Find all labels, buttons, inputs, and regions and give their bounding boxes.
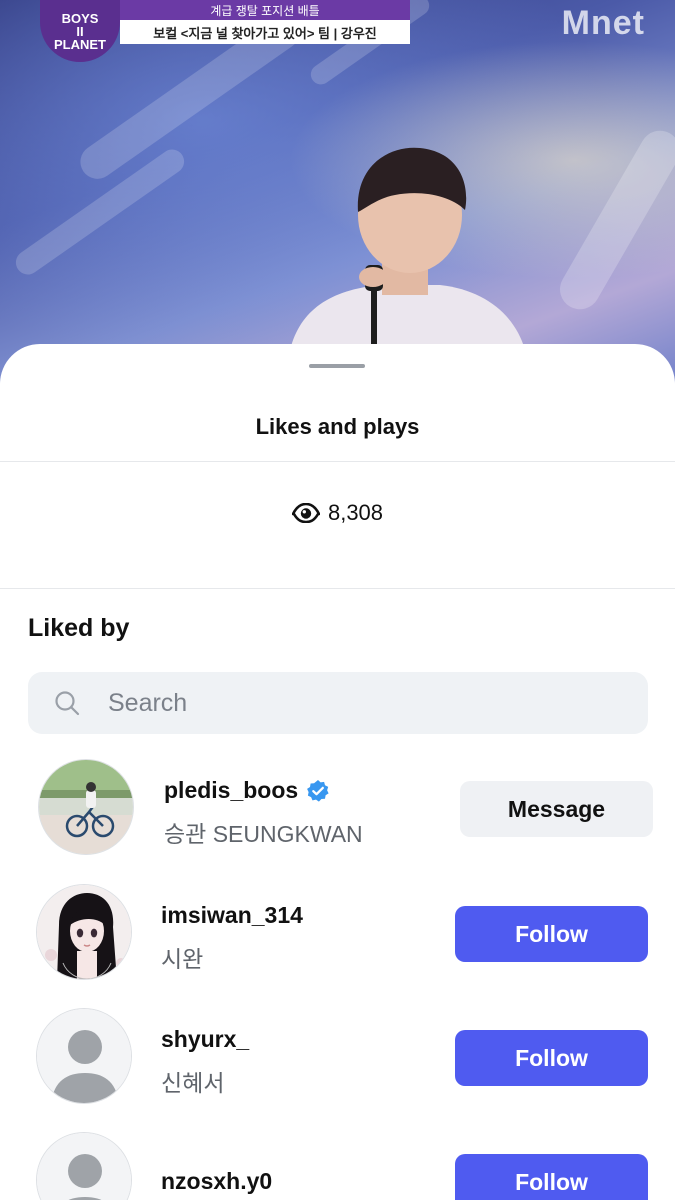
username-text[interactable]: imsiwan_314 (161, 902, 303, 929)
display-name: 승관 SEUNGKWAN (164, 821, 363, 847)
likes-bottom-sheet: Likes and plays 8,308 Liked by Search pl… (0, 344, 675, 1200)
avatar[interactable] (36, 1008, 132, 1104)
avatar-photo (39, 760, 133, 854)
channel-logo: Mnet (561, 4, 645, 42)
divider (0, 461, 675, 462)
display-name: 시완 (161, 946, 204, 972)
display-name: 신혜서 (161, 1070, 225, 1096)
username-text[interactable]: shyurx_ (161, 1026, 249, 1053)
default-avatar-icon (37, 1133, 131, 1200)
username[interactable]: imsiwan_314 (161, 902, 303, 929)
liked-by-heading: Liked by (28, 614, 130, 642)
show-logo: BOYS II PLANET (40, 0, 120, 62)
caption-top: 계급 쟁탈 포지션 배틀 (120, 0, 410, 20)
plays-count-value: 8,308 (327, 500, 384, 525)
show-logo-line: PLANET (54, 36, 106, 52)
eye-icon (291, 503, 320, 523)
singer-figure (290, 147, 525, 350)
avatar[interactable] (38, 759, 134, 855)
liker-row[interactable]: pledis_boos 승관 SEUNGKWAN Message (0, 759, 675, 869)
plays-count: 8,308 (0, 500, 675, 526)
broadcast-caption: 계급 쟁탈 포지션 배틀 보컬 <지금 널 찾아가고 있어> 팀 | 강우진 (120, 0, 410, 46)
sheet-drag-handle[interactable] (309, 364, 365, 368)
default-avatar-icon (37, 1009, 131, 1103)
follow-button[interactable]: Follow (455, 1030, 648, 1086)
avatar[interactable] (36, 884, 132, 980)
sheet-title: Likes and plays (255, 414, 420, 439)
search-input[interactable] (108, 688, 588, 718)
follow-button[interactable]: Follow (455, 906, 648, 962)
show-logo-line: BOYS (61, 10, 99, 26)
username[interactable]: pledis_boos (164, 777, 330, 804)
message-button[interactable]: Message (460, 781, 653, 837)
caption-bottom: 보컬 <지금 널 찾아가고 있어> 팀 | 강우진 (120, 20, 410, 44)
username[interactable]: shyurx_ (161, 1026, 249, 1053)
video-background: BOYS II PLANET 계급 쟁탈 포지션 배틀 보컬 <지금 널 찾아가… (0, 0, 675, 400)
liker-row[interactable]: shyurx_ 신혜서 Follow (0, 1008, 675, 1118)
search-bar[interactable] (28, 672, 648, 734)
username[interactable]: nzosxh.y0 (161, 1168, 272, 1195)
liker-row[interactable]: nzosxh.y0 Follow (0, 1132, 675, 1200)
divider (0, 588, 675, 589)
verified-badge-icon (307, 779, 329, 802)
username-text[interactable]: pledis_boos (164, 777, 298, 804)
follow-button[interactable]: Follow (455, 1154, 648, 1200)
avatar[interactable] (36, 1132, 132, 1200)
liker-row[interactable]: imsiwan_314 시완 Follow (0, 884, 675, 994)
avatar-illustration (37, 885, 131, 979)
show-logo-line: II (76, 23, 84, 39)
username-text[interactable]: nzosxh.y0 (161, 1168, 272, 1195)
light-streak (552, 123, 675, 317)
search-icon (55, 691, 80, 716)
